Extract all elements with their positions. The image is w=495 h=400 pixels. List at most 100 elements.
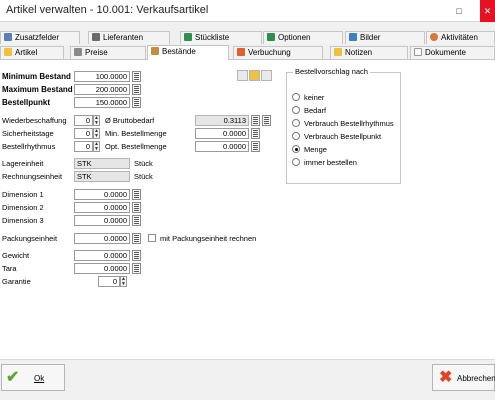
calculator-icon[interactable] <box>132 202 141 213</box>
calculator-icon[interactable] <box>132 263 141 274</box>
notes-icon <box>334 48 342 56</box>
grid-icon[interactable] <box>262 115 271 126</box>
radio-orderpoint[interactable] <box>292 132 300 140</box>
radio-demand-label: Bedarf <box>304 106 327 115</box>
dimension2-input[interactable]: 0.0000 <box>74 202 130 213</box>
window-title: Artikel verwalten - 10.001: Verkaufsarti… <box>6 4 209 16</box>
order-point-label: Bestellpunkt <box>2 98 51 107</box>
tara-label: Tara <box>2 264 17 273</box>
replenishment-input[interactable]: 0 <box>74 115 93 126</box>
min-stock-input[interactable]: 100.0000 <box>74 71 130 82</box>
calculator-icon[interactable] <box>132 71 141 82</box>
link-icon[interactable] <box>237 70 248 81</box>
tab-bilder[interactable]: Bilder <box>345 31 425 44</box>
invoice-unit-text: Stück <box>134 172 153 181</box>
calculator-icon[interactable] <box>132 189 141 200</box>
tab-notizen[interactable]: Notizen <box>330 46 408 59</box>
gross-demand-input: 0.3113 <box>195 115 249 126</box>
dimension1-label: Dimension 1 <box>2 190 44 199</box>
radio-rhythm[interactable] <box>292 119 300 127</box>
stock-icon <box>151 47 159 55</box>
radio-rhythm-label: Verbrauch Bestellrhythmus <box>304 119 394 128</box>
min-order-qty-input[interactable]: 0.0000 <box>195 128 249 139</box>
warranty-label: Garantie <box>2 277 31 286</box>
radio-demand[interactable] <box>292 106 300 114</box>
article-icon <box>4 48 12 56</box>
maximize-button[interactable]: □ <box>452 0 466 22</box>
safety-days-label: Sicherheitstage <box>2 129 54 138</box>
package-calc-label: mit Packungseinheit rechnen <box>160 234 257 243</box>
tab-optionen[interactable]: Optionen <box>263 31 343 44</box>
dimension1-input[interactable]: 0.0000 <box>74 189 130 200</box>
tab-stueckliste[interactable]: Stückliste <box>180 31 262 44</box>
radio-quantity-label: Menge <box>304 145 327 154</box>
radio-none-label: keiner <box>304 93 325 102</box>
order-rhythm-label: Bestellrhythmus <box>2 142 56 151</box>
order-point-input[interactable]: 150.0000 <box>74 97 130 108</box>
min-order-qty-label: Min. Bestellmenge <box>105 129 167 138</box>
copy-icon[interactable] <box>261 70 272 81</box>
tab-lieferanten[interactable]: Lieferanten <box>88 31 170 44</box>
replenishment-spinner[interactable]: ▲ ▼ <box>93 115 100 126</box>
order-rhythm-input[interactable]: 0 <box>74 141 93 152</box>
order-rhythm-spinner[interactable]: ▲ ▼ <box>93 141 100 152</box>
calculator-icon[interactable] <box>251 115 260 126</box>
ok-button[interactable]: ✔ Ok <box>1 364 65 391</box>
title-bar: Artikel verwalten - 10.001: Verkaufsarti… <box>0 0 495 22</box>
stock-unit-input[interactable]: STK <box>74 158 130 169</box>
tab-artikel[interactable]: Artikel <box>0 46 64 59</box>
warranty-input[interactable]: 0 <box>98 276 120 287</box>
checkmark-icon: ✔ <box>6 369 20 386</box>
opt-order-qty-input[interactable]: 0.0000 <box>195 141 249 152</box>
folder-icon[interactable] <box>249 70 260 81</box>
invoice-unit-label: Rechnungseinheit <box>2 172 63 181</box>
safety-days-input[interactable]: 0 <box>74 128 93 139</box>
radio-always[interactable] <box>292 158 300 166</box>
cancel-button[interactable]: ✖ Abbrechen <box>432 364 495 391</box>
order-suggestion-group: Bestellvorschlag nach keiner Bedarf Verb… <box>286 67 401 184</box>
tab-aktivitaeten[interactable]: Aktivitäten <box>426 31 495 44</box>
dimension3-input[interactable]: 0.0000 <box>74 215 130 226</box>
price-icon <box>74 48 82 56</box>
options-icon <box>267 33 275 41</box>
radio-quantity[interactable] <box>292 145 300 153</box>
stock-unit-text: Stück <box>134 159 153 168</box>
radio-always-label: immer bestellen <box>304 158 357 167</box>
package-calc-checkbox[interactable] <box>148 234 156 242</box>
weight-label: Gewicht <box>2 251 30 260</box>
stock-unit-label: Lagereinheit <box>2 159 44 168</box>
calculator-icon[interactable] <box>251 128 260 139</box>
calculator-icon[interactable] <box>251 141 260 152</box>
package-unit-input[interactable]: 0.0000 <box>74 233 130 244</box>
tab-bestaende[interactable]: Bestände <box>147 45 229 60</box>
booking-icon <box>237 48 245 56</box>
tab-verbuchung[interactable]: Verbuchung <box>233 46 323 59</box>
tab-preise[interactable]: Preise <box>70 46 146 59</box>
max-stock-label: Maximum Bestand <box>2 85 73 94</box>
tab-zusatzfelder[interactable]: Zusatzfelder <box>0 31 80 44</box>
calculator-icon[interactable] <box>132 97 141 108</box>
radio-orderpoint-label: Verbrauch Bestellpunkt <box>304 132 382 141</box>
calculator-icon[interactable] <box>132 250 141 261</box>
safety-days-spinner[interactable]: ▲ ▼ <box>93 128 100 139</box>
fields-icon <box>4 33 12 41</box>
gross-demand-label: Ø Bruttobedarf <box>105 116 155 125</box>
radio-none[interactable] <box>292 93 300 101</box>
document-icon <box>414 48 422 56</box>
order-suggestion-title: Bestellvorschlag nach <box>293 67 370 76</box>
calculator-icon[interactable] <box>132 84 141 95</box>
close-button[interactable]: ✕ <box>480 0 495 22</box>
tara-input[interactable]: 0.0000 <box>74 263 130 274</box>
weight-input[interactable]: 0.0000 <box>74 250 130 261</box>
package-unit-label: Packungseinheit <box>2 234 58 243</box>
opt-order-qty-label: Opt. Bestellmenge <box>105 142 167 151</box>
tab-dokumente[interactable]: Dokumente <box>410 46 495 59</box>
image-icon <box>349 33 357 41</box>
warranty-spinner[interactable]: ▲ ▼ <box>120 276 127 287</box>
max-stock-input[interactable]: 200.0000 <box>74 84 130 95</box>
bom-icon <box>184 33 192 41</box>
calculator-icon[interactable] <box>132 233 141 244</box>
calculator-icon[interactable] <box>132 215 141 226</box>
invoice-unit-input[interactable]: STK <box>74 171 130 182</box>
toolbar-icons <box>237 70 273 82</box>
